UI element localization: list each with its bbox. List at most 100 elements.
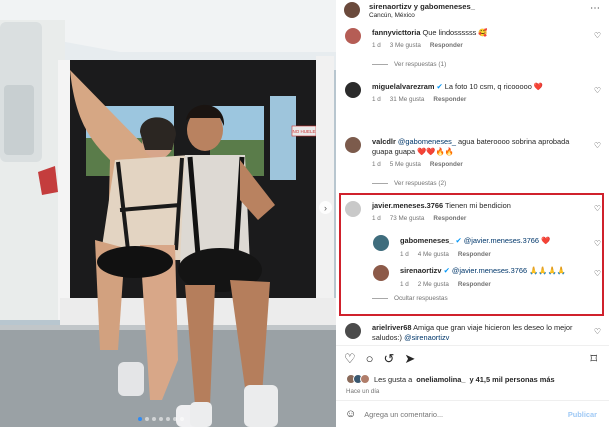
carousel-dot xyxy=(159,417,163,421)
reply-body: ❤️ xyxy=(541,236,551,245)
comment-likes[interactable]: 3 Me gusta xyxy=(390,42,421,49)
reply-likes[interactable]: 2 Me gusta xyxy=(418,281,449,288)
send-icon[interactable]: ➤ xyxy=(404,351,415,367)
commenter-avatar[interactable] xyxy=(345,323,361,339)
comment-username[interactable]: valcdlr xyxy=(372,137,396,146)
post-author[interactable]: sirenaortizv y gabomeneses_ xyxy=(369,2,475,11)
post-header: sirenaortizv y gabomeneses_ Cancún, Méxi… xyxy=(336,0,609,22)
reply-avatar[interactable] xyxy=(373,265,389,281)
comment-username[interactable]: miguelalvarezram xyxy=(372,82,434,91)
comment-icon[interactable]: ○ xyxy=(366,351,374,367)
replies-line xyxy=(372,64,388,65)
like-comment-icon[interactable]: ♡ xyxy=(594,141,601,150)
reply-time: 1 d xyxy=(400,251,409,258)
comment-time: 1 d xyxy=(372,215,381,222)
comment-time: 1 d xyxy=(372,96,381,103)
likes-prefix: Les gusta a xyxy=(374,374,413,384)
post-time[interactable]: Hace un día xyxy=(346,388,379,395)
replies-line xyxy=(372,298,388,299)
like-comment-icon[interactable]: ♡ xyxy=(594,204,601,213)
comment-username[interactable]: arielriver68 xyxy=(372,323,411,332)
commenter-avatar[interactable] xyxy=(345,137,361,153)
publish-button[interactable]: Publicar xyxy=(568,410,597,419)
hide-replies-label: Ocultar respuestas xyxy=(394,295,448,302)
comment-likes[interactable]: 5 Me gusta xyxy=(390,161,421,168)
next-photo-button[interactable]: › xyxy=(319,201,332,214)
comment-meta: 1 d 31 Me gusta Responder xyxy=(372,96,466,103)
like-icon[interactable]: ♡ xyxy=(344,351,356,367)
reply-button[interactable]: Responder xyxy=(433,96,466,103)
comments-panel: sirenaortizv y gabomeneses_ Cancún, Méxi… xyxy=(336,0,609,427)
reply-button[interactable]: Responder xyxy=(430,42,463,49)
reply-username[interactable]: gabomeneses_ xyxy=(400,236,453,245)
verified-icon: ✔ xyxy=(455,236,462,245)
reply-body: 🙏🙏🙏🙏 xyxy=(529,266,566,275)
like-comment-icon[interactable]: ♡ xyxy=(594,327,601,336)
post-location[interactable]: Cancún, México xyxy=(369,12,415,19)
comment-likes[interactable]: 73 Me gusta xyxy=(390,215,425,222)
reply-time: 1 d xyxy=(400,281,409,288)
carousel-dot xyxy=(173,417,177,421)
view-replies-button[interactable]: Ver respuestas (1) xyxy=(372,61,446,68)
likers-avatars xyxy=(346,374,370,384)
like-comment-icon[interactable]: ♡ xyxy=(594,31,601,40)
reply-button[interactable]: Responder xyxy=(433,215,466,222)
skydiving-plane-image: NO HUELE xyxy=(0,0,336,427)
likes-summary: Les gusta a oneliamolina_ y 41,5 mil per… xyxy=(346,374,555,384)
like-reply-icon[interactable]: ♡ xyxy=(594,269,601,278)
reply-mention[interactable]: @javier.meneses.3766 xyxy=(452,266,527,275)
verified-icon: ✔ xyxy=(436,82,443,91)
commenter-avatar[interactable] xyxy=(345,201,361,217)
emoji-icon[interactable]: ☺ xyxy=(345,408,356,420)
author-avatar[interactable] xyxy=(344,2,360,18)
comment-mention[interactable]: @sirenaortizv xyxy=(404,333,449,342)
comment-body: Tienen mi bendicion xyxy=(445,201,511,210)
reply-mention[interactable]: @javier.meneses.3766 xyxy=(464,236,539,245)
reply-button[interactable]: Responder xyxy=(458,251,491,258)
carousel-dot xyxy=(152,417,156,421)
view-replies-label: Ver respuestas (2) xyxy=(394,180,447,187)
reply-avatar[interactable] xyxy=(373,235,389,251)
commenter-avatar[interactable] xyxy=(345,28,361,44)
like-reply-icon[interactable]: ♡ xyxy=(594,239,601,248)
carousel-dots xyxy=(138,417,184,421)
actions-divider xyxy=(336,345,609,346)
reply-username[interactable]: sirenaortizv xyxy=(400,266,442,275)
commenter-avatar[interactable] xyxy=(345,82,361,98)
comment-likes[interactable]: 31 Me gusta xyxy=(390,96,425,103)
view-replies-label: Ver respuestas (1) xyxy=(394,61,447,68)
comment-body: La foto 10 csm, q ricooooo ❤️ xyxy=(444,82,544,91)
comment-time: 1 d xyxy=(372,42,381,49)
more-options-icon[interactable]: ⋯ xyxy=(590,3,600,14)
likes-suffix[interactable]: y 41,5 mil personas más xyxy=(470,375,555,384)
reply-text: sirenaortizv ✔ @javier.meneses.3766 🙏🙏🙏🙏 xyxy=(400,266,586,276)
comment-mention[interactable]: @gabomeneses_ xyxy=(398,137,456,146)
comment-text: arielriver68 Amiga que gran viaje hicier… xyxy=(372,323,584,342)
comment-username[interactable]: javier.meneses.3766 xyxy=(372,201,443,210)
add-comment-input[interactable] xyxy=(364,409,568,419)
add-comment-bar: ☺ Publicar xyxy=(336,401,609,427)
hide-replies-button[interactable]: Ocultar respuestas xyxy=(372,295,448,302)
comment-meta: 1 d 5 Me gusta Responder xyxy=(372,161,463,168)
reply-button[interactable]: Responder xyxy=(458,281,491,288)
view-replies-button[interactable]: Ver respuestas (2) xyxy=(372,180,446,187)
bookmark-icon[interactable]: ⌑ xyxy=(590,351,597,367)
post-photo: NO HUELE › xyxy=(0,0,336,427)
share-icon[interactable]: ↺ xyxy=(384,351,395,367)
reply-likes[interactable]: 4 Me gusta xyxy=(418,251,449,258)
reply-meta: 1 d 4 Me gusta Responder xyxy=(400,251,491,258)
comment-text: javier.meneses.3766 Tienen mi bendicion xyxy=(372,201,587,211)
likes-user[interactable]: oneliamolina_ xyxy=(416,375,465,384)
reply-button[interactable]: Responder xyxy=(430,161,463,168)
comment-time: 1 d xyxy=(372,161,381,168)
comment-meta: 1 d 3 Me gusta Responder xyxy=(372,42,463,49)
comment-meta: 1 d 73 Me gusta Responder xyxy=(372,215,466,222)
comment-username[interactable]: fannyvicttoria xyxy=(372,28,420,37)
carousel-dot xyxy=(180,417,184,421)
carousel-dot xyxy=(166,417,170,421)
liker-avatar xyxy=(360,374,370,384)
reply-text: gabomeneses_ ✔ @javier.meneses.3766 ❤️ xyxy=(400,236,586,246)
plane-sign: NO HUELE xyxy=(292,129,315,134)
reply-meta: 1 d 2 Me gusta Responder xyxy=(400,281,491,288)
like-comment-icon[interactable]: ♡ xyxy=(594,86,601,95)
